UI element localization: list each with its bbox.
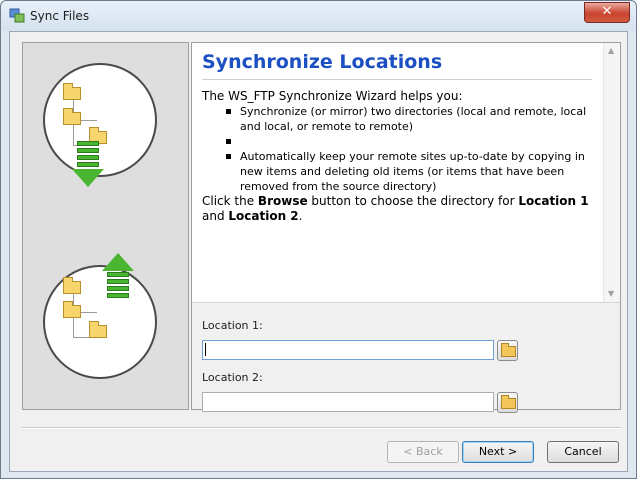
arrow-up-icon (102, 253, 134, 271)
location2-label: Location 2: (202, 371, 263, 384)
folder-icon (501, 395, 516, 409)
location2-field[interactable] (202, 392, 494, 412)
scroll-down-icon[interactable]: ▼ (608, 289, 614, 298)
location1-browse-button[interactable] (497, 340, 518, 361)
instruction-text: Click the Browse button to choose the di… (202, 194, 589, 223)
sync-up-illustration (43, 253, 157, 379)
wizard-client-area: Synchronize Locations The WS_FTP Synchro… (9, 31, 628, 472)
folder-icon (63, 83, 81, 100)
list-item: Automatically keep your remote sites up-… (226, 149, 594, 194)
back-button[interactable]: < Back (387, 441, 459, 463)
folder-icon (89, 321, 107, 338)
description-text: The WS_FTP Synchronize Wizard helps you:… (202, 89, 594, 224)
next-button[interactable]: Next > (462, 441, 534, 463)
location2-browse-button[interactable] (497, 392, 518, 413)
location1-label: Location 1: (202, 319, 263, 332)
button-separator (22, 427, 621, 429)
cancel-button[interactable]: Cancel (547, 441, 619, 463)
wizard-content-panel: Synchronize Locations The WS_FTP Synchro… (191, 42, 621, 413)
feature-list: Synchronize (or mirror) two directories … (202, 104, 594, 194)
sync-files-window: Sync Files ✕ Synchronize Locations The W… (0, 0, 637, 479)
folder-icon (63, 108, 81, 125)
heading-divider (202, 79, 592, 80)
wizard-illustration-panel (22, 42, 189, 410)
close-button[interactable]: ✕ (584, 2, 630, 23)
text-caret (205, 343, 206, 356)
arrow-down-icon (72, 169, 104, 187)
intro-text: The WS_FTP Synchronize Wizard helps you: (202, 89, 463, 103)
window-title: Sync Files (30, 9, 90, 23)
page-heading: Synchronize Locations (202, 51, 443, 73)
folder-icon (501, 343, 516, 357)
sync-files-app-icon (9, 8, 25, 23)
list-item: Synchronize (or mirror) two directories … (226, 104, 594, 134)
folder-icon (63, 277, 81, 294)
sync-down-illustration (43, 63, 157, 187)
description-scrollbar[interactable]: ▲ ▼ (603, 43, 620, 302)
description-area[interactable]: Synchronize Locations The WS_FTP Synchro… (192, 43, 620, 303)
scroll-up-icon[interactable]: ▲ (608, 46, 614, 55)
location1-field[interactable] (202, 340, 494, 360)
close-icon: ✕ (601, 4, 613, 19)
folder-icon (63, 301, 81, 318)
title-bar[interactable]: Sync Files ✕ (1, 1, 636, 31)
